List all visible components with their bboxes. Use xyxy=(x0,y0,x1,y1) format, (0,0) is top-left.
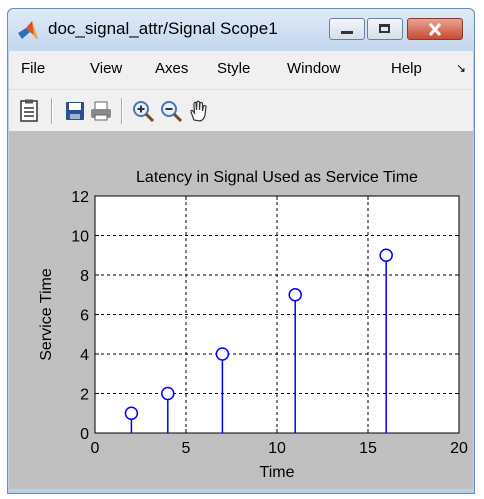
minimize-icon xyxy=(341,31,353,34)
title-bar[interactable]: doc_signal_attr/Signal Scope1 xyxy=(8,9,474,51)
x-tick-label: 15 xyxy=(359,440,377,457)
matlab-logo-icon xyxy=(18,21,38,39)
close-button[interactable] xyxy=(407,18,463,40)
toolbar-separator xyxy=(51,98,53,124)
menu-overflow-arrow-icon[interactable]: ↘ xyxy=(456,61,466,75)
toolbar-separator xyxy=(121,98,123,124)
x-tick-label: 10 xyxy=(268,440,286,457)
menu-style[interactable]: Style xyxy=(217,60,250,77)
menu-view[interactable]: View xyxy=(90,60,122,77)
toolbar xyxy=(9,89,473,131)
zoom-out-icon[interactable] xyxy=(159,99,183,123)
y-tick-label: 10 xyxy=(71,229,89,246)
x-tick-label: 5 xyxy=(182,440,191,457)
y-tick-label: 12 xyxy=(71,189,89,206)
parameters-icon[interactable] xyxy=(17,99,41,123)
chart-title: Latency in Signal Used as Service Time xyxy=(136,169,418,186)
scope-window: doc_signal_attr/Signal Scope1 File View … xyxy=(7,8,475,494)
save-icon[interactable] xyxy=(63,99,87,123)
stem-marker xyxy=(161,386,175,401)
stem-marker xyxy=(288,288,302,302)
window-title: doc_signal_attr/Signal Scope1 xyxy=(48,19,278,38)
y-tick-label: 4 xyxy=(80,347,89,364)
close-icon xyxy=(428,23,442,36)
x-tick-label: 0 xyxy=(91,440,100,457)
print-icon[interactable] xyxy=(89,99,113,123)
zoom-in-icon[interactable] xyxy=(131,99,155,123)
y-axis-label: Service Time xyxy=(38,268,55,361)
stem-marker xyxy=(215,347,230,361)
y-tick-label: 0 xyxy=(80,426,89,443)
x-axis-label: Time xyxy=(260,464,295,481)
stem-marker xyxy=(124,406,139,420)
pan-hand-icon[interactable] xyxy=(187,99,211,123)
menu-window[interactable]: Window xyxy=(287,60,340,77)
y-tick-label: 2 xyxy=(80,387,89,404)
menu-file[interactable]: File xyxy=(21,60,45,77)
y-tick-label: 6 xyxy=(80,308,89,325)
menu-help[interactable]: Help xyxy=(391,60,422,77)
menu-axes[interactable]: Axes xyxy=(155,60,188,77)
x-tick-label: 20 xyxy=(450,440,468,457)
plot-area: 0 5 10 15 20 0 2 4 6 8 10 12 Latency in Signal Used… xyxy=(9,131,473,489)
stem-plot[interactable]: 0 5 10 15 20 0 2 4 6 8 10 12 Latency in Signal Used… xyxy=(9,131,473,489)
maximize-button[interactable] xyxy=(367,18,403,40)
y-tick-label: 8 xyxy=(80,268,89,285)
stem-marker xyxy=(379,248,393,262)
maximize-icon xyxy=(379,24,390,33)
menu-bar: File View Axes Style Window Help ↘ xyxy=(9,51,473,89)
minimize-button[interactable] xyxy=(329,18,365,40)
